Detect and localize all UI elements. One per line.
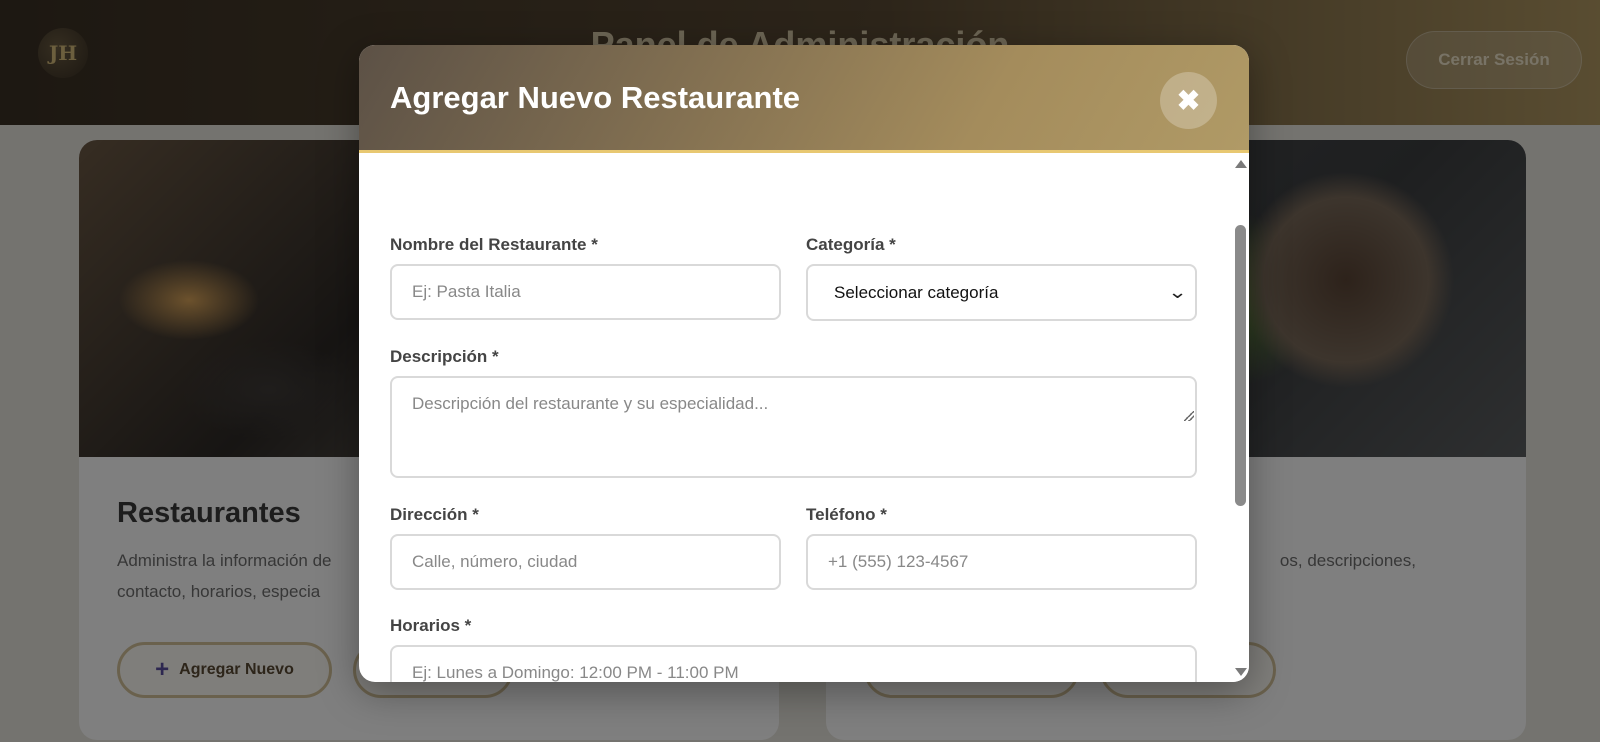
modal-scrollbar[interactable] bbox=[1232, 158, 1249, 682]
modal-header: Agregar Nuevo Restaurante ✖ bbox=[359, 45, 1249, 153]
restaurant-name-input[interactable] bbox=[390, 264, 781, 320]
restaurant-name-label: Nombre del Restaurante * bbox=[390, 235, 598, 254]
description-label: Descripción * bbox=[390, 347, 499, 366]
close-icon: ✖ bbox=[1176, 85, 1201, 116]
scroll-up-arrow-icon[interactable] bbox=[1235, 160, 1247, 168]
close-button[interactable]: ✖ bbox=[1160, 72, 1217, 129]
chevron-down-icon: ⌄ bbox=[1167, 282, 1188, 302]
address-label: Dirección * bbox=[390, 505, 479, 524]
scrollbar-thumb[interactable] bbox=[1235, 225, 1246, 506]
category-label: Categoría * bbox=[806, 235, 896, 254]
category-selected-value: Seleccionar categoría bbox=[834, 282, 999, 302]
add-restaurant-modal: Agregar Nuevo Restaurante ✖ Nombre del R… bbox=[359, 45, 1249, 682]
phone-input[interactable] bbox=[806, 534, 1197, 590]
hours-input[interactable] bbox=[390, 645, 1197, 682]
modal-title: Agregar Nuevo Restaurante bbox=[390, 80, 801, 115]
hours-label: Horarios * bbox=[390, 616, 472, 635]
textarea-resize-handle[interactable] bbox=[1184, 411, 1194, 421]
scroll-down-arrow-icon[interactable] bbox=[1235, 668, 1247, 676]
address-input[interactable] bbox=[390, 534, 781, 590]
phone-label: Teléfono * bbox=[806, 505, 887, 524]
category-select[interactable]: Seleccionar categoría ⌄ bbox=[806, 264, 1197, 321]
description-textarea[interactable] bbox=[390, 376, 1197, 478]
